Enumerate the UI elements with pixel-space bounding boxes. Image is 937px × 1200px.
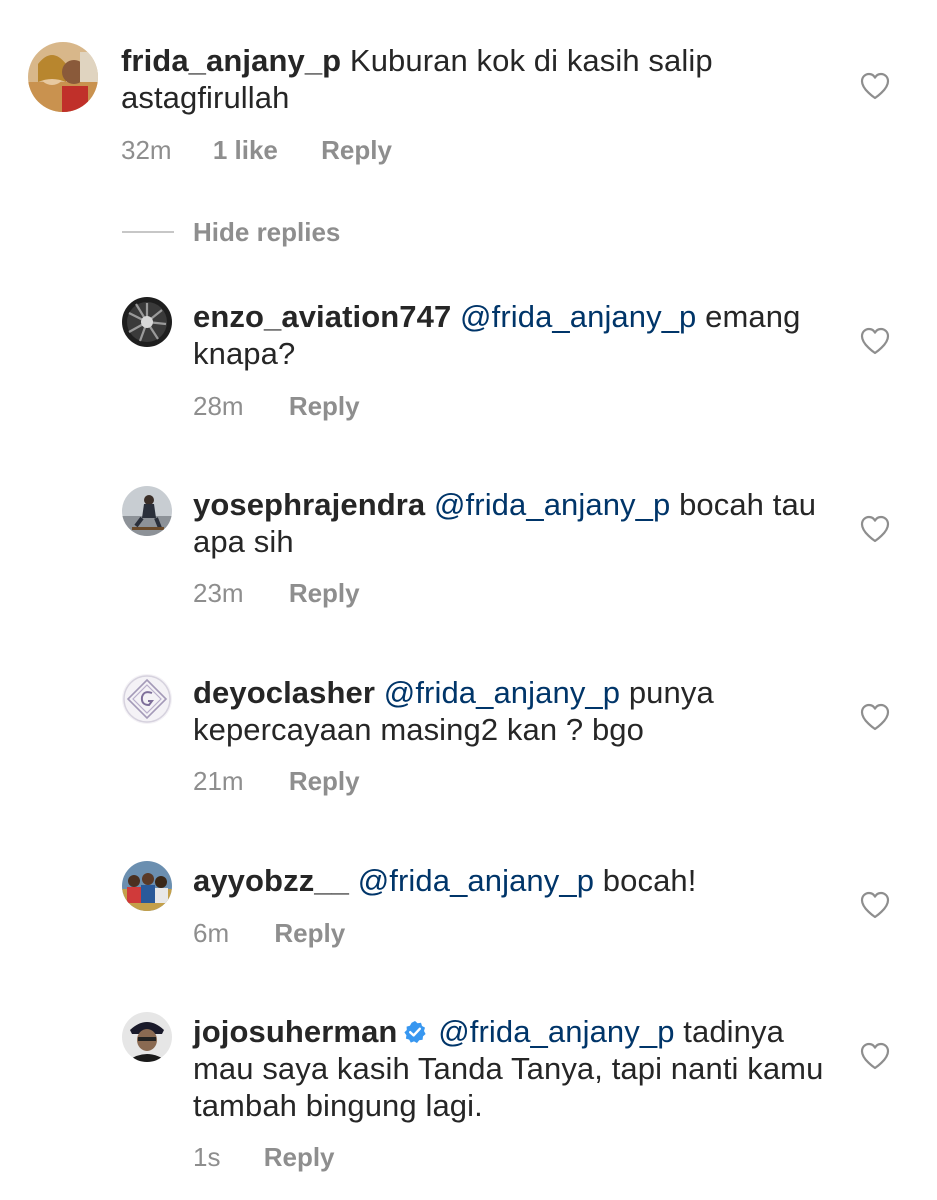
verified-badge-icon [404, 1021, 427, 1043]
like-button[interactable] [860, 891, 890, 919]
heart-icon [860, 703, 890, 731]
reply-button[interactable]: Reply [274, 918, 345, 948]
reply-body: bocah! [602, 863, 697, 898]
reply-text: ayyobzz__ @frida_anjany_p bocah! [193, 862, 828, 899]
username[interactable]: ayyobzz__ [193, 863, 349, 898]
avatar[interactable] [122, 861, 172, 911]
username[interactable]: frida_anjany_p [121, 43, 341, 78]
reply-meta: 1s Reply [193, 1142, 335, 1172]
mention-link[interactable]: @frida_anjany_p [384, 675, 620, 710]
mention-link[interactable]: @frida_anjany_p [460, 299, 696, 334]
avatar[interactable] [122, 486, 172, 536]
monogram-logo-avatar-icon [122, 674, 172, 724]
mention-link[interactable]: @frida_anjany_p [358, 863, 594, 898]
hide-replies-label[interactable]: Hide replies [193, 214, 340, 250]
jet-engine-avatar-icon [122, 297, 172, 347]
username[interactable]: enzo_aviation747 [193, 299, 451, 334]
timestamp: 21m [193, 766, 244, 796]
username[interactable]: yosephrajendra [193, 487, 425, 522]
comment-meta: 32m 1 like Reply [121, 135, 392, 165]
reply-text: deyoclasher @frida_anjany_p punya keperc… [193, 674, 828, 748]
like-button[interactable] [860, 1042, 890, 1070]
reply-text: jojosuherman @frida_anjany_p tadinya mau… [193, 1013, 828, 1124]
avatar[interactable] [28, 42, 98, 112]
reply-meta: 6m Reply [193, 918, 345, 948]
reply-button[interactable]: Reply [289, 391, 360, 421]
comments-thread: frida_anjany_p Kuburan kok di kasih sali… [0, 0, 937, 1200]
mention-link[interactable]: @frida_anjany_p [434, 487, 670, 522]
like-button[interactable] [860, 327, 890, 355]
avatar-photo-icon [28, 42, 98, 112]
heart-icon [860, 515, 890, 543]
group-photo-avatar-icon [122, 861, 172, 911]
divider-line [122, 231, 174, 233]
skater-avatar-icon [122, 486, 172, 536]
timestamp: 6m [193, 918, 230, 948]
reply-text: enzo_aviation747 @frida_anjany_p emang k… [193, 298, 828, 372]
reply-meta: 23m Reply [193, 578, 360, 608]
heart-icon [860, 891, 890, 919]
reply-button[interactable]: Reply [289, 766, 360, 796]
like-button[interactable] [860, 72, 890, 100]
portrait-avatar-icon [122, 1012, 172, 1062]
like-button[interactable] [860, 515, 890, 543]
heart-icon [860, 72, 890, 100]
reply-text: yosephrajendra @frida_anjany_p bocah tau… [193, 486, 828, 560]
timestamp: 28m [193, 391, 244, 421]
username[interactable]: jojosuherman [193, 1014, 397, 1049]
avatar[interactable] [122, 674, 172, 724]
reply-button[interactable]: Reply [289, 578, 360, 608]
likes-count[interactable]: 1 like [213, 135, 278, 165]
reply-meta: 28m Reply [193, 391, 360, 421]
avatar[interactable] [122, 297, 172, 347]
reply-button[interactable]: Reply [264, 1142, 335, 1172]
reply-meta: 21m Reply [193, 766, 360, 796]
username[interactable]: deyoclasher [193, 675, 375, 710]
comment-text: frida_anjany_p Kuburan kok di kasih sali… [121, 42, 831, 116]
like-button[interactable] [860, 703, 890, 731]
heart-icon [860, 327, 890, 355]
timestamp: 32m [121, 135, 172, 165]
mention-link[interactable]: @frida_anjany_p [438, 1014, 674, 1049]
timestamp: 1s [193, 1142, 221, 1172]
heart-icon [860, 1042, 890, 1070]
timestamp: 23m [193, 578, 244, 608]
reply-button[interactable]: Reply [321, 135, 392, 165]
avatar[interactable] [122, 1012, 172, 1062]
